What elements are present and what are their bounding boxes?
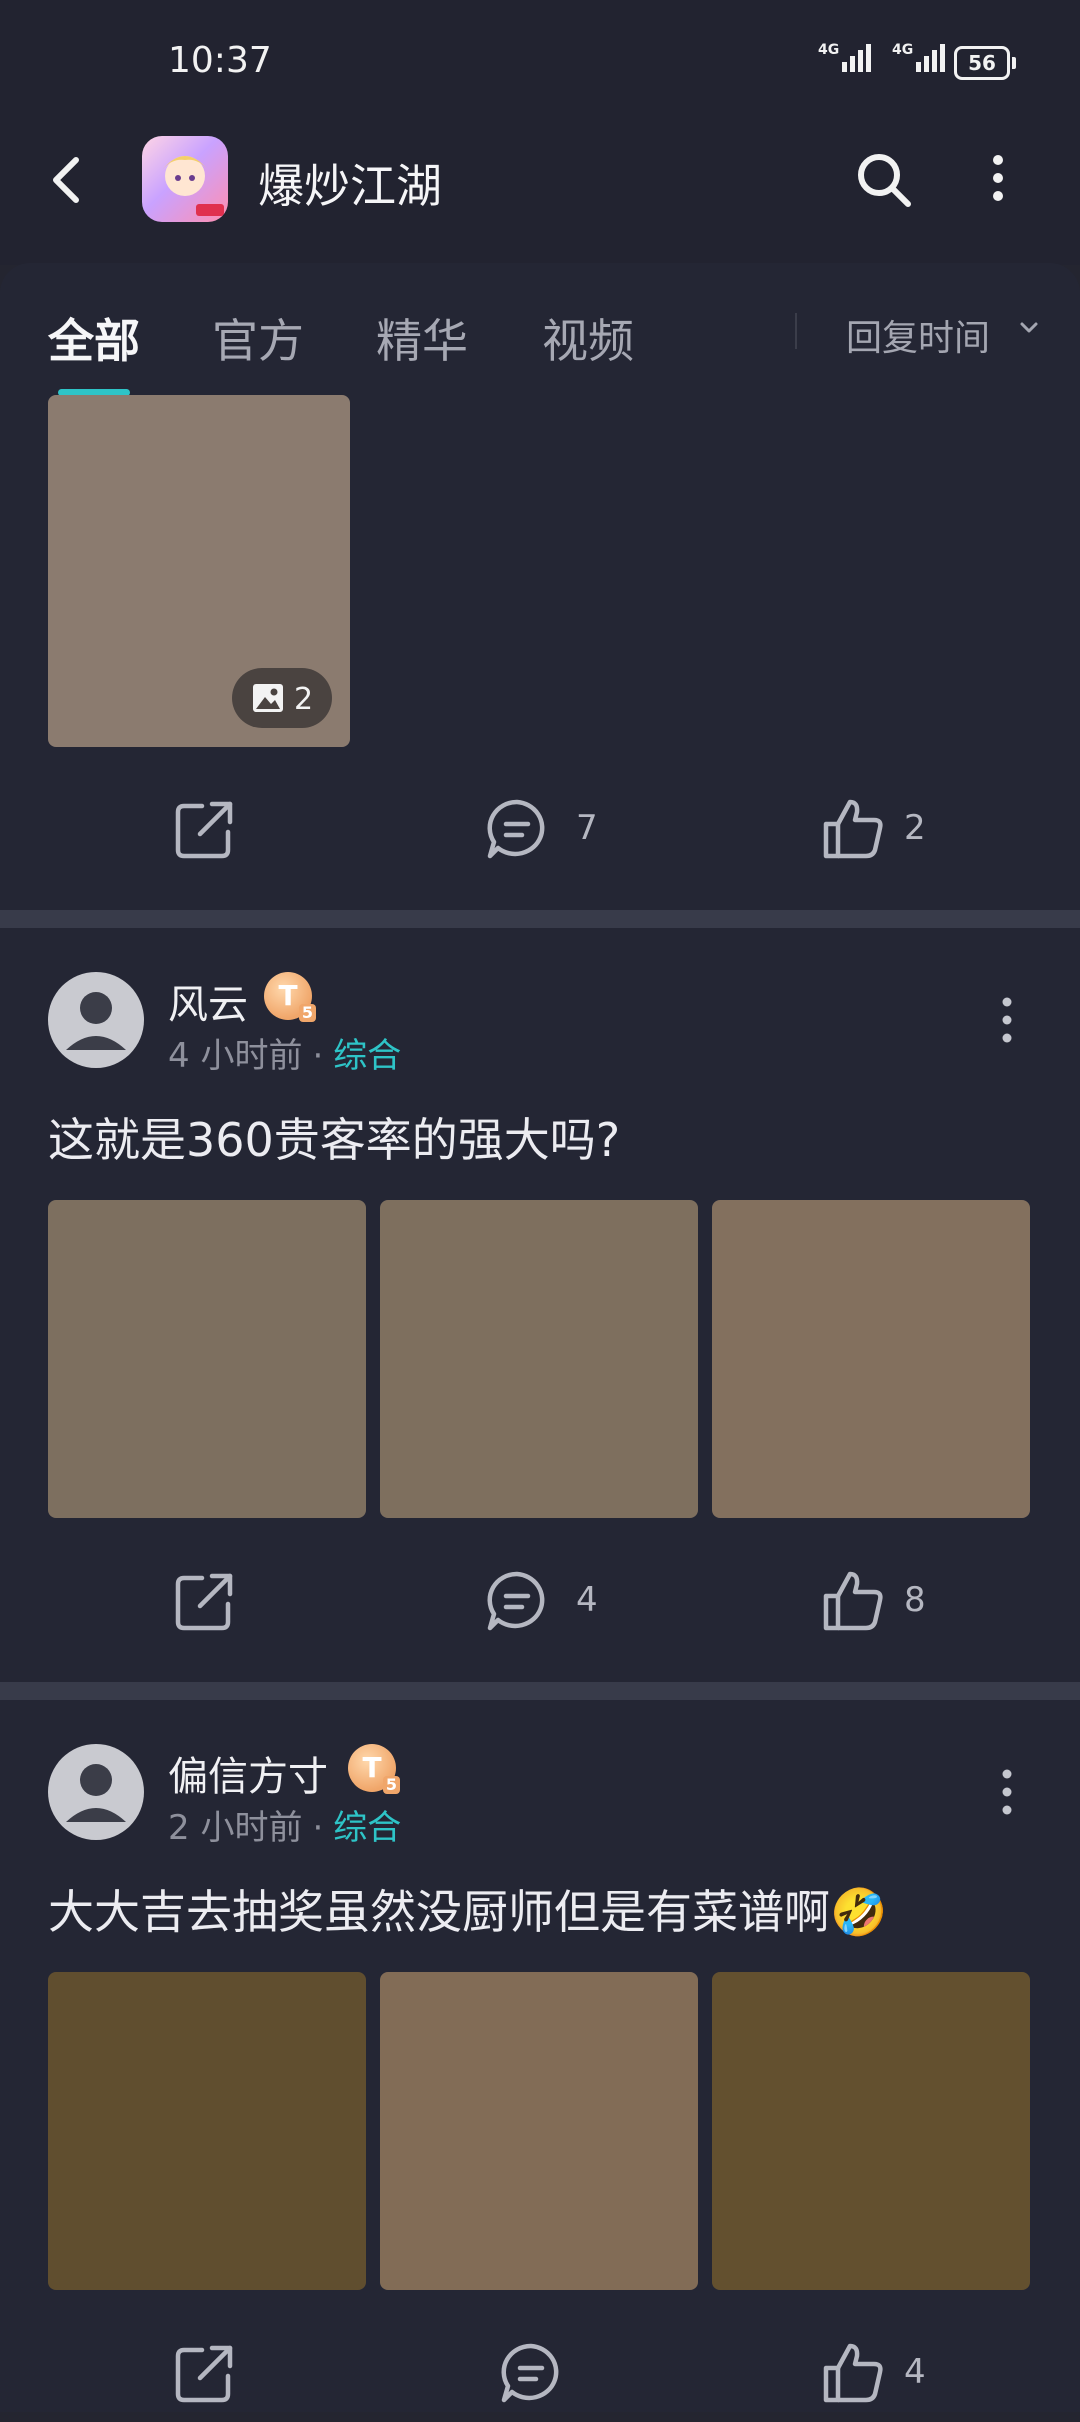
post-time: 4 小时前 [168,1036,303,1076]
meta-separator: · [312,1036,324,1076]
post-more-icon[interactable] [990,990,1024,1050]
svg-text:4G: 4G [892,42,913,58]
post-image[interactable] [712,1972,1030,2290]
post-category[interactable]: 综合 [333,1808,401,1848]
sort-dropdown[interactable]: 回复时间 [846,309,1038,361]
svg-text:4G: 4G [818,42,839,58]
badge-level: 5 [298,1004,316,1022]
tab-bar: 全部 官方 精华 视频 回复时间 [0,263,1080,396]
share-icon [175,2345,233,2403]
default-avatar-icon [66,1764,126,1822]
post-image[interactable] [380,1200,698,1518]
post-category[interactable]: 综合 [333,1036,401,1076]
post-separator [0,910,1080,928]
badge-level: 5 [382,1776,400,1794]
post-separator [0,1682,1080,1700]
thumbs-up-icon [823,1571,883,1631]
meta-separator: · [312,1808,324,1848]
comment-icon [487,799,545,859]
post-time: 2 小时前 [168,1808,303,1848]
share-icon [175,801,233,859]
like-count: 4 [904,2352,926,2392]
tab-official[interactable]: 官方 [212,305,304,371]
share-button[interactable] [168,778,268,878]
post-actions: 4 [0,2322,1080,2422]
badge-letter: T [362,1751,382,1784]
search-icon[interactable] [852,148,916,212]
tab-video[interactable]: 视频 [542,305,634,371]
tab-all[interactable]: 全部 [48,305,140,371]
post-image[interactable] [380,1972,698,2290]
like-button[interactable]: 4 [820,2322,960,2422]
level-badge: T 5 [264,972,316,1022]
share-button[interactable] [168,1550,268,1650]
tab-divider [795,313,797,349]
comment-button[interactable]: 4 [484,1550,624,1650]
app-bar: 爆炒江湖 [0,120,1080,265]
image-icon [253,684,283,712]
level-badge: T 5 [348,1744,400,1794]
app-logo [142,136,228,222]
post-more-icon[interactable] [990,1762,1024,1822]
image-count: 2 [294,682,314,717]
comment-button[interactable] [498,2322,598,2422]
post-meta: 2 小时前 · 综合 [168,1800,401,1849]
thumbs-up-icon [823,2343,883,2403]
back-icon[interactable] [38,150,98,210]
share-button[interactable] [168,2322,268,2422]
like-button[interactable]: 8 [820,1550,960,1650]
status-time: 10:37 [168,40,272,81]
image-count-badge: 2 [232,668,332,728]
post-image[interactable] [48,1972,366,2290]
like-count: 2 [904,808,926,848]
avatar[interactable] [48,1744,144,1840]
post-image[interactable] [712,1200,1030,1518]
avatar[interactable] [48,972,144,1068]
share-icon [175,1573,233,1631]
post-author[interactable]: 偏信方寸 [168,1744,328,1802]
signal-icon-2: 4G [892,42,945,72]
tab-featured[interactable]: 精华 [376,305,468,371]
post-image[interactable] [48,1200,366,1518]
post-actions: 7 2 [0,778,1080,878]
badge-letter: T [278,979,298,1012]
post-actions: 4 8 [0,1550,1080,1650]
comment-icon [501,2343,559,2403]
default-avatar-icon [66,992,126,1050]
comment-button[interactable]: 7 [484,778,624,878]
like-count: 8 [904,1580,926,1620]
comment-count: 7 [576,808,598,848]
post-text[interactable]: 这就是360贵客率的强大吗? [48,1104,620,1170]
app-title: 爆炒江湖 [258,159,442,213]
battery-icon: 56 [954,46,1016,80]
post-author[interactable]: 风云 [168,972,248,1030]
comment-count: 4 [576,1580,598,1620]
chevron-down-icon [1020,322,1038,333]
battery-level: 56 [968,51,996,75]
more-options-icon[interactable] [968,148,1028,212]
like-button[interactable]: 2 [820,778,960,878]
thumbs-up-icon [823,799,883,859]
status-bar: 10:37 4G 4G 56 [0,0,1080,120]
post-text[interactable]: 大大吉去抽奖虽然没厨师但是有菜谱啊🤣 [48,1876,887,1942]
sort-label: 回复时间 [846,318,991,359]
post-meta: 4 小时前 · 综合 [168,1028,401,1077]
signal-icon: 4G [818,42,871,72]
comment-icon [487,1571,545,1631]
